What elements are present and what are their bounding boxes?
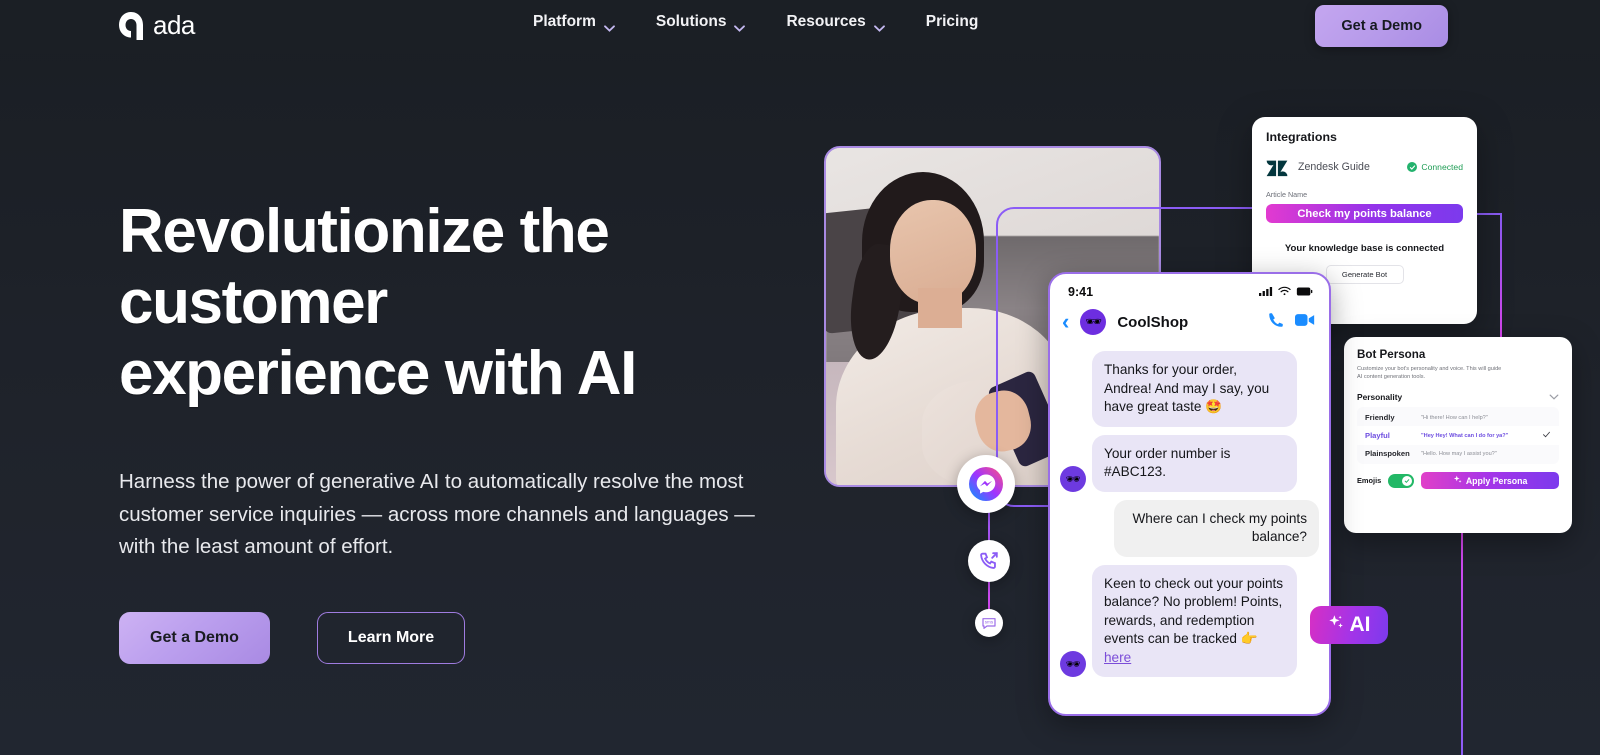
hero-get-a-demo-button[interactable]: Get a Demo <box>119 611 270 664</box>
hero-learn-more-button[interactable]: Learn More <box>316 611 466 664</box>
generate-bot-button[interactable]: Generate Bot <box>1325 265 1404 284</box>
chevron-down-icon <box>873 19 885 32</box>
phone-mockup: 9:41 ‹ 🕶 CoolShop Thanks for your order,… <box>1048 272 1331 716</box>
integration-row: Zendesk Guide Connected <box>1266 157 1463 177</box>
chat-bubble-bot: Keen to check out your points balance? N… <box>1092 564 1297 677</box>
persona-option-example: "Hi there! How can I help?" <box>1421 414 1488 421</box>
article-name-label: Article Name <box>1266 190 1308 199</box>
connector-line-bottom-vertical <box>1461 533 1463 755</box>
persona-option-example: "Hello. How may I assist you?" <box>1421 450 1497 457</box>
status-badge-label: Connected <box>1421 162 1463 172</box>
brand-name: ada <box>153 10 195 40</box>
nav-item-pricing[interactable]: Pricing <box>926 13 979 31</box>
video-camera-icon[interactable] <box>1295 313 1315 332</box>
hero-content: Revolutionize the customer experience wi… <box>119 196 759 664</box>
bot-persona-card: Bot Persona Customize your bot's persona… <box>1344 337 1572 533</box>
nav-item-solutions[interactable]: Solutions <box>655 13 746 32</box>
emoji-toggle-label: Emojis <box>1357 476 1382 485</box>
persona-section-label: Personality <box>1357 392 1403 402</box>
phone-status-bar: 9:41 <box>1050 274 1329 303</box>
status-badge: Connected <box>1407 162 1463 172</box>
chat-thread: Thanks for your order, Andrea! And may I… <box>1050 345 1329 677</box>
nav-item-resources[interactable]: Resources <box>786 13 885 32</box>
integration-provider-name: Zendesk Guide <box>1298 161 1370 173</box>
persona-option-label: Plainspoken <box>1365 449 1410 458</box>
chevron-left-icon[interactable]: ‹ <box>1062 311 1069 333</box>
persona-title: Bot Persona <box>1357 348 1426 361</box>
hero-illustration: sms Integrations Zendesk Guide Connected… <box>800 0 1600 755</box>
nav-item-platform-label: Platform <box>533 13 596 30</box>
phone-conversation-header: ‹ 🕶 CoolShop <box>1050 303 1329 345</box>
emoji-toggle[interactable] <box>1388 473 1415 488</box>
chat-bubble-text: Keen to check out your points balance? N… <box>1104 575 1284 647</box>
wifi-icon <box>1278 283 1291 301</box>
persona-option-example: "Hey Hey! What can I do for ya?" <box>1421 432 1509 439</box>
ada-logo-mark-icon <box>118 11 144 41</box>
contact-avatar-emoji: 🕶 <box>1085 314 1102 329</box>
contact-name: CoolShop <box>1117 313 1189 331</box>
chat-bubble-link[interactable]: here <box>1104 650 1131 665</box>
nav-item-resources-label: Resources <box>786 13 866 30</box>
headline-line-1: Revolutionize the <box>119 197 610 266</box>
nav-item-pricing-label: Pricing <box>925 13 979 30</box>
chat-message: 🕶 Keen to check out your points balance?… <box>1060 564 1319 677</box>
check-icon <box>1542 430 1551 441</box>
cellular-signal-icon <box>1259 283 1273 301</box>
hero-page: ada Platform Solutions Resources Pricing… <box>0 0 1600 755</box>
brand-logo[interactable]: ada <box>118 10 195 41</box>
avatar: 🕶 <box>1060 465 1086 492</box>
ai-badge-label: AI <box>1349 613 1371 636</box>
integrations-title: Integrations <box>1266 130 1337 144</box>
avatar: 🕶 <box>1060 651 1086 677</box>
chat-message: Where can I check my points balance? <box>1060 499 1319 557</box>
apply-persona-button[interactable]: Apply Persona <box>1421 472 1559 489</box>
phone-icon[interactable] <box>1267 311 1285 334</box>
persona-section-header[interactable]: Personality <box>1357 392 1559 402</box>
headline-line-3: experience with AI <box>119 339 637 408</box>
hero-cta-row: Get a Demo Learn More <box>119 611 759 664</box>
persona-description: Customize your bot's personality and voi… <box>1357 366 1502 380</box>
chat-message: 🕶 Your order number is #ABC123. <box>1060 434 1319 492</box>
battery-icon <box>1296 283 1313 301</box>
persona-option-label: Playful <box>1365 431 1390 440</box>
ai-badge: AI <box>1310 606 1388 644</box>
chat-bubble-bot: Thanks for your order, Andrea! And may I… <box>1092 351 1297 427</box>
toggle-knob <box>1402 475 1413 486</box>
nav-item-platform[interactable]: Platform <box>533 13 615 32</box>
phone-status-time: 9:41 <box>1068 285 1094 299</box>
knowledge-base-status: Your knowledge base is connected <box>1284 243 1445 254</box>
connector-line-right-vertical <box>1500 215 1502 337</box>
sparkle-icon <box>1328 613 1345 637</box>
headline-line-2: customer <box>119 268 388 337</box>
chevron-down-icon <box>734 19 746 32</box>
chat-bubble-user: Where can I check my points balance? <box>1114 499 1319 557</box>
persona-option-label: Friendly <box>1365 413 1395 422</box>
nav-links: Platform Solutions Resources Pricing <box>533 13 979 32</box>
persona-option-plainspoken[interactable]: Plainspoken "Hello. How may I assist you… <box>1357 445 1559 462</box>
hero-subcopy: Harness the power of generative AI to au… <box>119 470 755 558</box>
page-title: Revolutionize the customer experience wi… <box>119 196 759 409</box>
persona-option-friendly[interactable]: Friendly "Hi there! How can I help?" <box>1357 409 1559 426</box>
chat-bubble-bot: Your order number is #ABC123. <box>1092 434 1297 492</box>
top-navigation-bar: ada Platform Solutions Resources Pricing… <box>0 0 1600 54</box>
check-circle-icon <box>1407 162 1418 172</box>
chat-message: Thanks for your order, Andrea! And may I… <box>1060 351 1319 427</box>
apply-persona-label: Apply Persona <box>1465 475 1528 486</box>
zendesk-logo-icon <box>1266 157 1288 177</box>
chevron-down-icon <box>603 19 615 32</box>
persona-option-list: Friendly "Hi there! How can I help?" Pla… <box>1357 407 1559 464</box>
chevron-down-icon <box>1549 392 1559 402</box>
channel-voice-call-icon[interactable] <box>968 540 1010 582</box>
article-name-value[interactable]: Check my points balance <box>1266 204 1463 223</box>
svg-text:sms: sms <box>985 620 994 625</box>
channel-sms-icon[interactable]: sms <box>975 609 1003 637</box>
avatar: 🕶 <box>1080 309 1107 335</box>
nav-item-solutions-label: Solutions <box>655 13 727 30</box>
persona-footer: Emojis Apply Persona <box>1357 472 1559 489</box>
persona-option-playful[interactable]: Playful "Hey Hey! What can I do for ya?" <box>1357 426 1559 445</box>
sparkle-icon <box>1453 475 1462 486</box>
nav-get-a-demo-button[interactable]: Get a Demo <box>1315 5 1448 47</box>
channel-messenger-icon[interactable] <box>957 455 1015 513</box>
